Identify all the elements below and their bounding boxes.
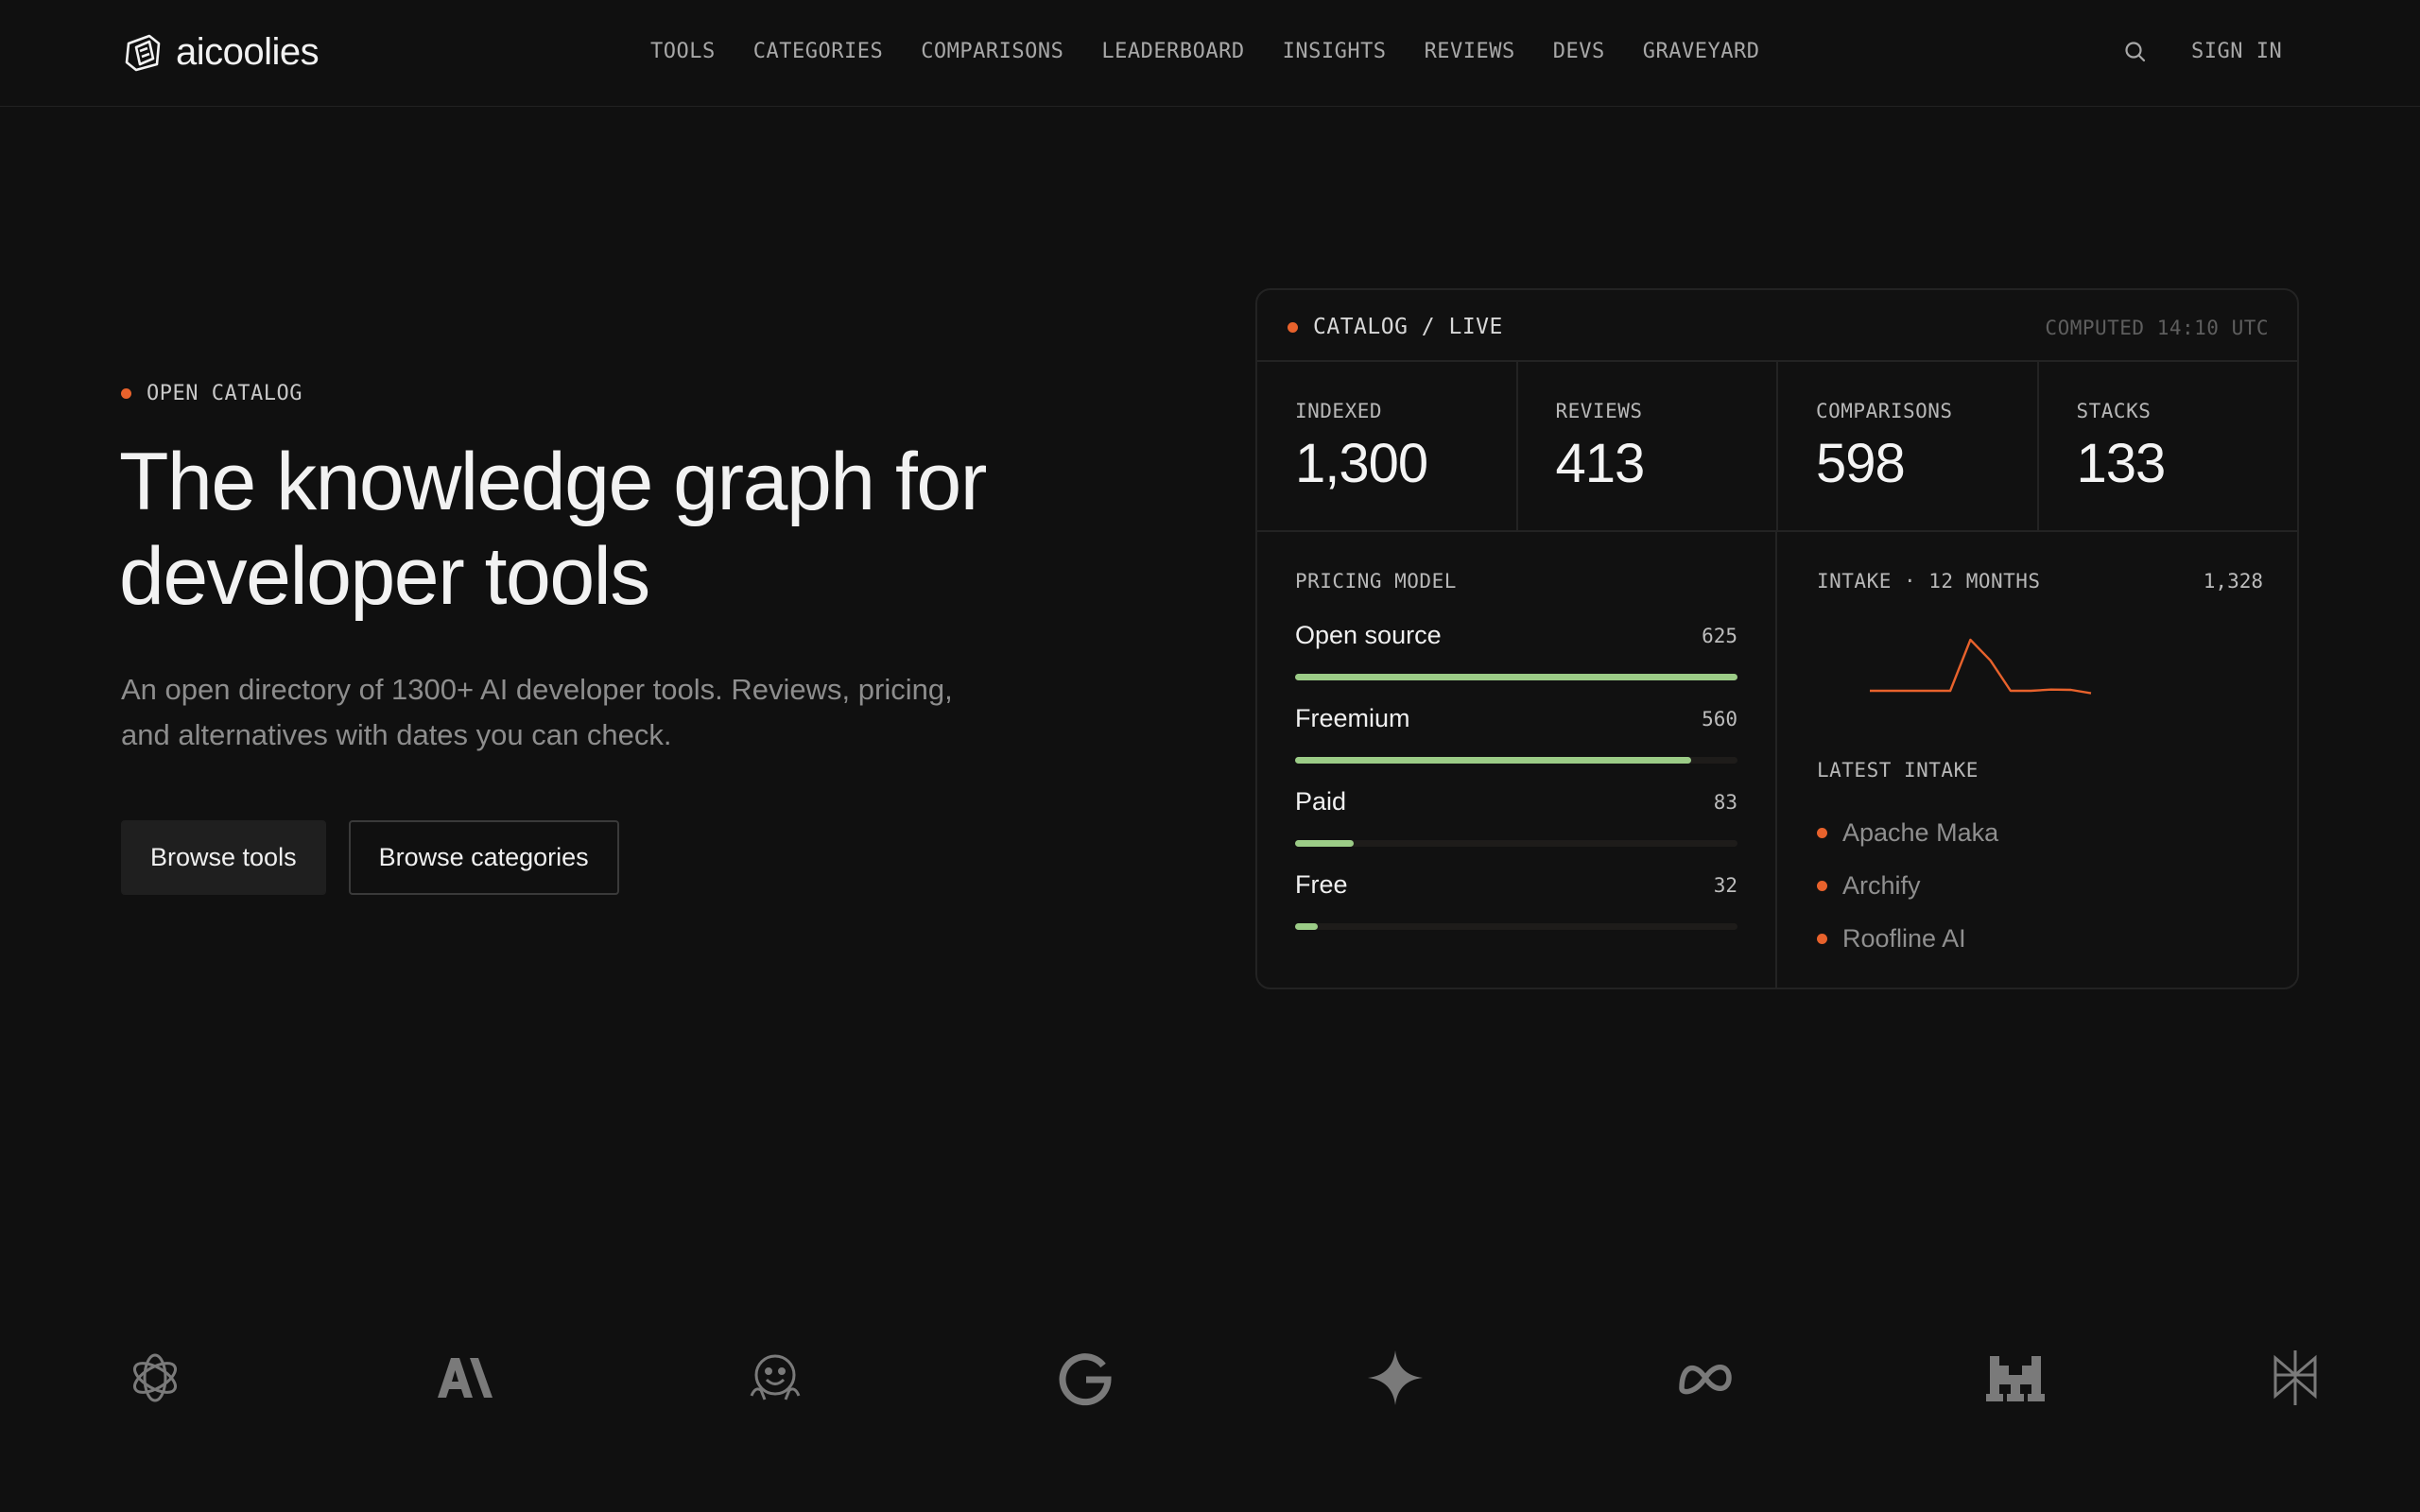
sign-in-link[interactable]: SIGN IN bbox=[2191, 40, 2282, 63]
pricing-count: 625 bbox=[1702, 625, 1737, 647]
pricing-bar-fill bbox=[1295, 674, 1737, 680]
stat-comparisons: COMPARISONS 598 bbox=[1778, 362, 2039, 530]
pricing-name: Freemium bbox=[1295, 704, 1410, 732]
catalog-card-header: CATALOG / LIVE COMPUTED 14:10 UTC bbox=[1257, 290, 2297, 362]
eyebrow-text: OPEN CATALOG bbox=[147, 382, 302, 405]
stat-label: INDEXED bbox=[1295, 400, 1383, 422]
pricing-count: 560 bbox=[1702, 708, 1737, 730]
pricing-name: Open source bbox=[1295, 621, 1442, 649]
intake-header: INTAKE · 12 MONTHS 1,328 bbox=[1817, 570, 2263, 593]
latest-intake-label: LATEST INTAKE bbox=[1817, 759, 1979, 782]
computed-timestamp: COMPUTED 14:10 UTC bbox=[2045, 317, 2269, 339]
intake-total: 1,328 bbox=[2203, 570, 2263, 593]
pricing-row: Free 32 bbox=[1295, 870, 1737, 930]
gemini-icon bbox=[1361, 1344, 1429, 1412]
nav-link-tools[interactable]: TOOLS bbox=[650, 40, 716, 63]
nav-links: TOOLS CATEGORIES COMPARISONS LEADERBOARD… bbox=[650, 40, 1759, 63]
brand-logo[interactable]: aicoolies bbox=[121, 30, 320, 74]
latest-intake-item[interactable]: Archify bbox=[1817, 859, 1998, 912]
stat-value: 413 bbox=[1555, 433, 1646, 494]
stat-reviews: REVIEWS 413 bbox=[1518, 362, 1778, 530]
huggingface-icon bbox=[741, 1344, 809, 1412]
pricing-count: 32 bbox=[1713, 874, 1737, 897]
stat-value: 133 bbox=[2076, 433, 2167, 494]
google-icon bbox=[1051, 1344, 1119, 1412]
browse-tools-button[interactable]: Browse tools bbox=[121, 820, 326, 895]
nav-link-devs[interactable]: DEVS bbox=[1553, 40, 1605, 63]
openai-icon bbox=[121, 1344, 189, 1412]
top-nav: aicoolies TOOLS CATEGORIES COMPARISONS L… bbox=[0, 0, 2420, 107]
catalog-card: CATALOG / LIVE COMPUTED 14:10 UTC INDEXE… bbox=[1255, 288, 2299, 989]
stat-stacks: STACKS 133 bbox=[2039, 362, 2298, 530]
nav-link-comparisons[interactable]: COMPARISONS bbox=[921, 40, 1063, 63]
aicoolies-logo-icon bbox=[125, 34, 161, 72]
nav-link-categories[interactable]: CATEGORIES bbox=[753, 40, 883, 63]
bullet-dot-icon bbox=[1817, 880, 1827, 891]
accent-dot-icon bbox=[121, 388, 131, 399]
latest-intake-list: Apache Maka Archify Roofline AI bbox=[1817, 806, 1998, 965]
latest-intake-name: Apache Maka bbox=[1842, 817, 1999, 847]
hero-subtitle: An open directory of 1300+ AI developer … bbox=[121, 673, 953, 751]
search-icon[interactable] bbox=[2123, 40, 2148, 64]
nav-link-insights[interactable]: INSIGHTS bbox=[1283, 40, 1387, 63]
catalog-card-title: CATALOG / LIVE bbox=[1313, 315, 1503, 339]
intake-panel: INTAKE · 12 MONTHS 1,328 LATEST INTAKE A… bbox=[1779, 532, 2297, 988]
brand-name: aicoolies bbox=[176, 30, 320, 73]
intake-sparkline bbox=[1870, 638, 2092, 695]
pricing-row: Freemium 560 bbox=[1295, 704, 1737, 764]
bullet-dot-icon bbox=[1817, 933, 1827, 944]
pricing-row: Open source 625 bbox=[1295, 621, 1737, 680]
partner-logos bbox=[121, 1344, 2329, 1416]
bullet-dot-icon bbox=[1817, 827, 1827, 838]
pricing-count: 83 bbox=[1713, 791, 1737, 814]
pricing-name: Paid bbox=[1295, 787, 1347, 816]
stat-label: REVIEWS bbox=[1555, 400, 1643, 422]
live-dot-icon bbox=[1288, 321, 1298, 333]
stat-value: 598 bbox=[1816, 433, 1906, 494]
nav-link-graveyard[interactable]: GRAVEYARD bbox=[1643, 40, 1760, 63]
pricing-model-label: PRICING MODEL bbox=[1295, 570, 1457, 593]
latest-intake-item[interactable]: Roofline AI bbox=[1817, 912, 1998, 965]
stats-row: INDEXED 1,300 REVIEWS 413 COMPARISONS 59… bbox=[1257, 362, 2297, 532]
anthropic-icon bbox=[431, 1344, 499, 1412]
hero-actions: Browse tools Browse categories bbox=[121, 820, 619, 895]
browse-categories-button[interactable]: Browse categories bbox=[348, 820, 619, 895]
pricing-bar-track bbox=[1295, 923, 1737, 930]
stat-indexed: INDEXED 1,300 bbox=[1257, 362, 1518, 530]
nav-link-reviews[interactable]: REVIEWS bbox=[1425, 40, 1515, 63]
pricing-bar-fill bbox=[1295, 840, 1355, 847]
pricing-bar-fill bbox=[1295, 923, 1318, 930]
pricing-bar-fill bbox=[1295, 757, 1692, 764]
hero-title: The knowledge graph for developer tools bbox=[119, 437, 987, 622]
pricing-bar-track bbox=[1295, 674, 1737, 680]
catalog-card-title-group: CATALOG / LIVE bbox=[1288, 315, 1503, 339]
pricing-model-panel: PRICING MODEL Open source 625 Freemium 5… bbox=[1257, 532, 1777, 988]
intake-label: INTAKE · 12 MONTHS bbox=[1817, 570, 2041, 593]
latest-intake-item[interactable]: Apache Maka bbox=[1817, 806, 1998, 859]
stat-value: 1,300 bbox=[1295, 433, 1428, 494]
hero-eyebrow: OPEN CATALOG bbox=[121, 382, 302, 405]
stat-label: STACKS bbox=[2076, 400, 2152, 422]
latest-intake-name: Roofline AI bbox=[1842, 923, 1966, 953]
pricing-bar-track bbox=[1295, 757, 1737, 764]
pricing-row: Paid 83 bbox=[1295, 787, 1737, 847]
pricing-name: Free bbox=[1295, 870, 1348, 899]
latest-intake-name: Archify bbox=[1842, 870, 1921, 900]
nav-link-leaderboard[interactable]: LEADERBOARD bbox=[1101, 40, 1244, 63]
stat-label: COMPARISONS bbox=[1816, 400, 1953, 422]
intake-sparkline-line bbox=[1870, 638, 2092, 695]
pricing-bar-track bbox=[1295, 840, 1737, 847]
mistral-icon bbox=[1981, 1344, 2049, 1412]
perplexity-icon bbox=[2261, 1344, 2329, 1412]
meta-icon bbox=[1671, 1344, 1739, 1412]
